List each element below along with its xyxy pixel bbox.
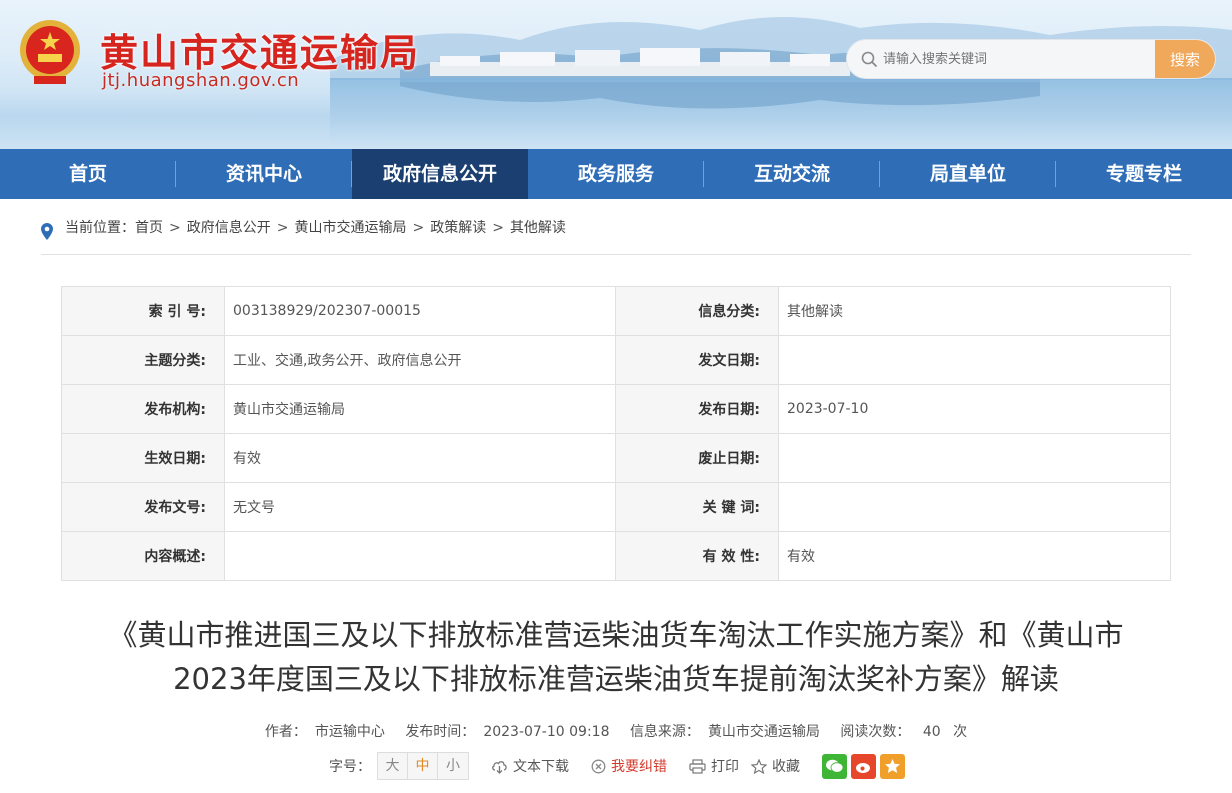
site-header: 黄山市交通运输局 jtj.huangshan.gov.cn 搜索	[0, 0, 1232, 149]
font-size-label: 字号：	[329, 759, 371, 775]
breadcrumb-link-home[interactable]: 首页	[135, 220, 163, 236]
article-title-line1: 《黄山市推进国三及以下排放标准营运柴油货车淘汰工作实施方案》和《黄山市	[108, 618, 1124, 652]
article-info: 作者： 市运输中心 发布时间： 2023-07-10 09:18 信息来源： 黄山市交…	[0, 721, 1232, 741]
meta-value	[778, 433, 1171, 483]
meta-label: 信息分类:	[615, 286, 779, 336]
nav-item-gov-info[interactable]: 政府信息公开	[352, 149, 528, 199]
meta-label: 发文日期:	[615, 335, 779, 385]
favorite-label: 收藏	[772, 759, 800, 775]
nav-item-interaction[interactable]: 互动交流	[704, 149, 880, 199]
table-row: 索 引 号: 003138929/202307-00015 信息分类: 其他解读	[61, 286, 1171, 336]
meta-label: 关 键 词:	[615, 482, 779, 532]
meta-label: 生效日期:	[61, 433, 225, 483]
breadcrumb-link-other[interactable]: 其他解读	[510, 220, 566, 236]
font-size-medium[interactable]: 中	[408, 753, 438, 779]
nav-item-services[interactable]: 政务服务	[528, 149, 704, 199]
author-label: 作者：	[264, 724, 307, 740]
meta-label: 发布机构:	[61, 384, 225, 434]
meta-label: 有 效 性:	[615, 531, 779, 581]
wechat-share-icon[interactable]	[822, 753, 847, 779]
print-label: 打印	[711, 759, 739, 775]
breadcrumb-separator: >	[169, 220, 181, 236]
meta-value: 工业、交通,政务公开、政府信息公开	[224, 335, 616, 385]
report-error-button[interactable]: 我要纠错	[591, 756, 667, 776]
meta-value: 其他解读	[778, 286, 1171, 336]
table-row: 发布机构: 黄山市交通运输局 发布日期: 2023-07-10	[61, 384, 1171, 434]
main-nav: 首页 资讯中心 政府信息公开 政务服务 互动交流 局直单位 专题专栏	[0, 149, 1232, 199]
document-meta-table: 索 引 号: 003138929/202307-00015 信息分类: 其他解读…	[61, 286, 1171, 581]
nav-item-units[interactable]: 局直单位	[880, 149, 1056, 199]
breadcrumb-separator: >	[412, 220, 425, 236]
publish-time-value: 2023-07-10 09:18	[483, 724, 610, 740]
author-value: 市运输中心	[314, 724, 385, 740]
publish-time-label: 发布时间：	[405, 724, 476, 740]
breadcrumb-separator: >	[492, 220, 504, 236]
qzone-share-icon[interactable]	[880, 753, 905, 779]
print-button[interactable]: 打印	[689, 756, 739, 776]
report-error-label: 我要纠错	[611, 759, 667, 775]
breadcrumb-link-bureau[interactable]: 黄山市交通运输局	[294, 220, 406, 236]
site-domain: jtj.huangshan.gov.cn	[102, 70, 300, 91]
meta-label: 主题分类:	[61, 335, 225, 385]
meta-label: 发布日期:	[615, 384, 779, 434]
table-row: 内容概述: 有 效 性: 有效	[61, 531, 1171, 581]
site-title[interactable]: 黄山市交通运输局	[100, 22, 420, 77]
font-size-small[interactable]: 小	[438, 753, 468, 779]
meta-value: 有效	[778, 531, 1171, 581]
meta-value: 黄山市交通运输局	[224, 384, 616, 434]
national-emblem-icon	[20, 20, 80, 84]
nav-item-topics[interactable]: 专题专栏	[1056, 149, 1232, 199]
share-buttons	[822, 753, 909, 779]
favorite-button[interactable]: 收藏	[751, 756, 800, 776]
breadcrumb-separator: >	[276, 220, 289, 236]
search-input[interactable]	[883, 40, 1153, 78]
search-button[interactable]: 搜索	[1155, 40, 1215, 78]
cloud-download-icon	[492, 760, 507, 774]
views-label: 阅读次数：	[840, 724, 911, 740]
article-title: 《黄山市推进国三及以下排放标准营运柴油货车淘汰工作实施方案》和《黄山市 2023…	[60, 613, 1172, 701]
meta-value	[224, 531, 616, 581]
article-title-line2: 2023年度国三及以下排放标准营运柴油货车提前淘汰奖补方案》解读	[173, 662, 1059, 696]
star-outline-icon	[751, 758, 767, 774]
meta-value: 003138929/202307-00015	[224, 286, 616, 336]
meta-label: 发布文号:	[61, 482, 225, 532]
views-unit: 次	[953, 724, 968, 740]
breadcrumb: 当前位置：首页 > 政府信息公开 > 黄山市交通运输局 > 政策解读 > 其他解读	[41, 208, 1191, 255]
source-label: 信息来源：	[629, 724, 700, 740]
font-size-selector: 大 中 小	[377, 752, 469, 780]
meta-label: 废止日期:	[615, 433, 779, 483]
meta-value	[778, 335, 1171, 385]
font-size-large[interactable]: 大	[378, 753, 408, 779]
printer-icon	[689, 758, 706, 774]
search-icon	[861, 51, 878, 68]
breadcrumb-link-policy[interactable]: 政策解读	[430, 220, 486, 236]
search-box: 搜索	[846, 39, 1216, 79]
table-row: 主题分类: 工业、交通,政务公开、政府信息公开 发文日期:	[61, 335, 1171, 385]
breadcrumb-prefix: 当前位置：	[65, 220, 135, 236]
weibo-share-icon[interactable]	[851, 753, 876, 779]
nav-item-home[interactable]: 首页	[0, 149, 176, 199]
meta-value: 有效	[224, 433, 616, 483]
meta-value: 2023-07-10	[778, 384, 1171, 434]
download-label: 文本下载	[513, 759, 569, 775]
meta-value: 无文号	[224, 482, 616, 532]
article-tools: 字号： 大 中 小 文本下载 我要纠错 打印 收藏	[329, 752, 909, 780]
meta-value	[778, 482, 1171, 532]
table-row: 生效日期: 有效 废止日期:	[61, 433, 1171, 483]
table-row: 发布文号: 无文号 关 键 词:	[61, 482, 1171, 532]
breadcrumb-link-gov-info[interactable]: 政府信息公开	[187, 220, 271, 236]
download-button[interactable]: 文本下载	[491, 756, 569, 776]
source-value: 黄山市交通运输局	[707, 724, 820, 740]
error-icon	[591, 759, 606, 773]
views-count: 40	[922, 724, 941, 740]
meta-label: 索 引 号:	[61, 286, 225, 336]
location-pin-icon	[41, 223, 53, 240]
meta-label: 内容概述:	[61, 531, 225, 581]
nav-item-news[interactable]: 资讯中心	[176, 149, 352, 199]
